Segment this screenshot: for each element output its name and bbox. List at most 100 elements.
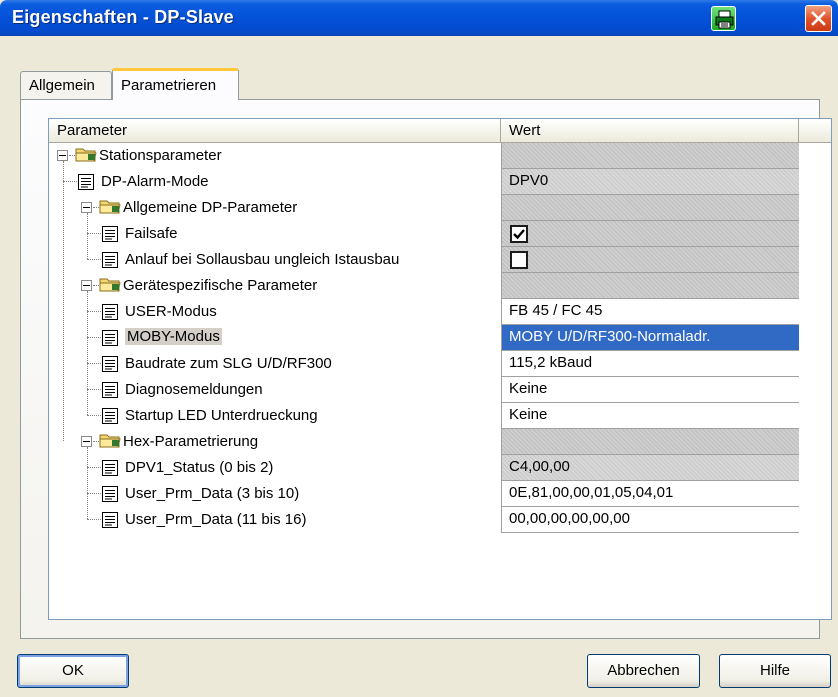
value-cell[interactable]: Keine [501, 377, 799, 403]
parameter-cell[interactable]: User_Prm_Data (3 bis 10) [49, 481, 501, 507]
value-text: 00,00,00,00,00,00 [509, 510, 630, 527]
parameter-cell[interactable]: Stationsparameter [49, 143, 501, 169]
table-row[interactable]: Hex-Parametrierung [49, 429, 831, 455]
table-row[interactable]: Failsafe [49, 221, 831, 247]
value-cell[interactable]: C4,00,00 [501, 455, 799, 481]
parameter-label: DPV1_Status (0 bis 2) [125, 459, 274, 476]
grid-header: Parameter Wert [49, 119, 831, 143]
table-row[interactable]: User_Prm_Data (3 bis 10) 0E,81,00,00,01,0… [49, 481, 831, 507]
tab-allgemein[interactable]: Allgemein [20, 71, 112, 99]
folder-label: Allgemeine DP-Parameter [123, 199, 298, 216]
value-cell[interactable] [501, 429, 799, 455]
collapse-toggle-icon[interactable] [81, 202, 92, 213]
parameter-label: USER-Modus [125, 303, 217, 320]
parameter-label: Failsafe [125, 225, 178, 242]
parameter-cell[interactable]: User_Prm_Data (11 bis 16) [49, 507, 501, 533]
folder-icon [99, 275, 121, 296]
parameter-label: User_Prm_Data (11 bis 16) [125, 511, 307, 528]
check-icon [513, 229, 525, 240]
parameter-icon [101, 381, 119, 402]
table-row[interactable]: Anlauf bei Sollausbau ungleich Istausbau [49, 247, 831, 273]
parameter-icon [101, 251, 119, 272]
collapse-toggle-icon[interactable] [57, 150, 68, 161]
window-title: Eigenschaften - DP-Slave [12, 7, 234, 27]
folder-label: Stationsparameter [99, 147, 222, 164]
table-row[interactable]: Startup LED Unterdrueckung Keine [49, 403, 831, 429]
parameter-cell[interactable]: DP-Alarm-Mode [49, 169, 501, 195]
value-cell[interactable] [501, 143, 799, 169]
parameter-icon [101, 407, 119, 428]
parameter-label: Diagnosemeldungen [125, 381, 263, 398]
parameter-cell[interactable]: Diagnosemeldungen [49, 377, 501, 403]
value-text: Keine [509, 380, 548, 397]
parameter-icon [101, 511, 119, 532]
folder-label: Hex-Parametrierung [123, 433, 259, 450]
table-row[interactable]: DPV1_Status (0 bis 2) C4,00,00 [49, 455, 831, 481]
parameter-cell[interactable]: MOBY-Modus [49, 325, 501, 351]
parameter-cell[interactable]: Startup LED Unterdrueckung [49, 403, 501, 429]
parameter-icon [101, 329, 119, 350]
parameter-cell[interactable]: Anlauf bei Sollausbau ungleich Istausbau [49, 247, 501, 273]
checkbox[interactable] [510, 251, 528, 269]
parameter-cell[interactable]: DPV1_Status (0 bis 2) [49, 455, 501, 481]
collapse-toggle-icon[interactable] [81, 436, 92, 447]
folder-icon [75, 145, 97, 166]
parameter-icon [101, 225, 119, 246]
column-header-value[interactable]: Wert [501, 119, 799, 143]
value-text: FB 45 / FC 45 [509, 302, 603, 319]
value-cell[interactable] [501, 273, 799, 299]
parameter-label: User_Prm_Data (3 bis 10) [125, 485, 300, 502]
parameter-cell[interactable]: Allgemeine DP-Parameter [49, 195, 501, 221]
parameter-icon [101, 485, 119, 506]
parameter-grid[interactable]: Parameter Wert Stationsparameter DP-Alarm… [48, 118, 832, 620]
value-cell[interactable]: 00,00,00,00,00,00 [501, 507, 799, 533]
tab-parametrieren[interactable]: Parametrieren [112, 68, 239, 100]
value-cell[interactable]: Keine [501, 403, 799, 429]
parameter-cell[interactable]: Hex-Parametrierung [49, 429, 501, 455]
table-row[interactable]: MOBY-Modus MOBY U/D/RF300-Normaladr. [49, 325, 831, 351]
table-row[interactable]: DP-Alarm-Mode DPV0 [49, 169, 831, 195]
parameter-label: DP-Alarm-Mode [101, 173, 209, 190]
value-cell[interactable] [501, 221, 799, 247]
parameter-icon [77, 173, 95, 194]
parameter-cell[interactable]: USER-Modus [49, 299, 501, 325]
help-button[interactable]: Hilfe [719, 654, 831, 688]
folder-icon [99, 431, 121, 452]
close-button[interactable] [805, 5, 832, 32]
print-button[interactable] [711, 6, 736, 31]
checkbox[interactable] [510, 225, 528, 243]
parameter-label: MOBY-Modus [125, 328, 222, 345]
cancel-button[interactable]: Abbrechen [587, 654, 700, 688]
value-cell[interactable] [501, 247, 799, 273]
close-icon [811, 11, 826, 26]
parameter-cell[interactable]: Failsafe [49, 221, 501, 247]
value-cell[interactable] [501, 195, 799, 221]
value-cell[interactable]: FB 45 / FC 45 [501, 299, 799, 325]
table-row[interactable]: Diagnosemeldungen Keine [49, 377, 831, 403]
table-row[interactable]: USER-Modus FB 45 / FC 45 [49, 299, 831, 325]
table-row[interactable]: Baudrate zum SLG U/D/RF300 115,2 kBaud [49, 351, 831, 377]
value-text: Keine [509, 406, 548, 423]
value-cell[interactable]: 0E,81,00,00,01,05,04,01 [501, 481, 799, 507]
value-cell[interactable]: 115,2 kBaud [501, 351, 799, 377]
collapse-toggle-icon[interactable] [81, 280, 92, 291]
column-header-parameter[interactable]: Parameter [49, 119, 501, 143]
title-bar[interactable]: Eigenschaften - DP-Slave [0, 0, 838, 36]
parameter-icon [101, 303, 119, 324]
table-row[interactable]: Gerätespezifische Parameter [49, 273, 831, 299]
table-row[interactable]: Stationsparameter [49, 143, 831, 169]
parameter-icon [101, 459, 119, 480]
parameter-cell[interactable]: Baudrate zum SLG U/D/RF300 [49, 351, 501, 377]
value-cell[interactable]: MOBY U/D/RF300-Normaladr. [501, 325, 799, 351]
tab-panel: Parameter Wert Stationsparameter DP-Alarm… [20, 99, 832, 639]
folder-label: Gerätespezifische Parameter [123, 277, 318, 294]
column-header-filler [799, 119, 831, 143]
value-cell[interactable]: DPV0 [501, 169, 799, 195]
value-text: C4,00,00 [509, 458, 570, 475]
table-row[interactable]: User_Prm_Data (11 bis 16) 00,00,00,00,00,… [49, 507, 831, 533]
parameter-cell[interactable]: Gerätespezifische Parameter [49, 273, 501, 299]
folder-icon [99, 197, 121, 218]
value-text: 0E,81,00,00,01,05,04,01 [509, 484, 674, 501]
table-row[interactable]: Allgemeine DP-Parameter [49, 195, 831, 221]
ok-button[interactable]: OK [17, 654, 129, 688]
